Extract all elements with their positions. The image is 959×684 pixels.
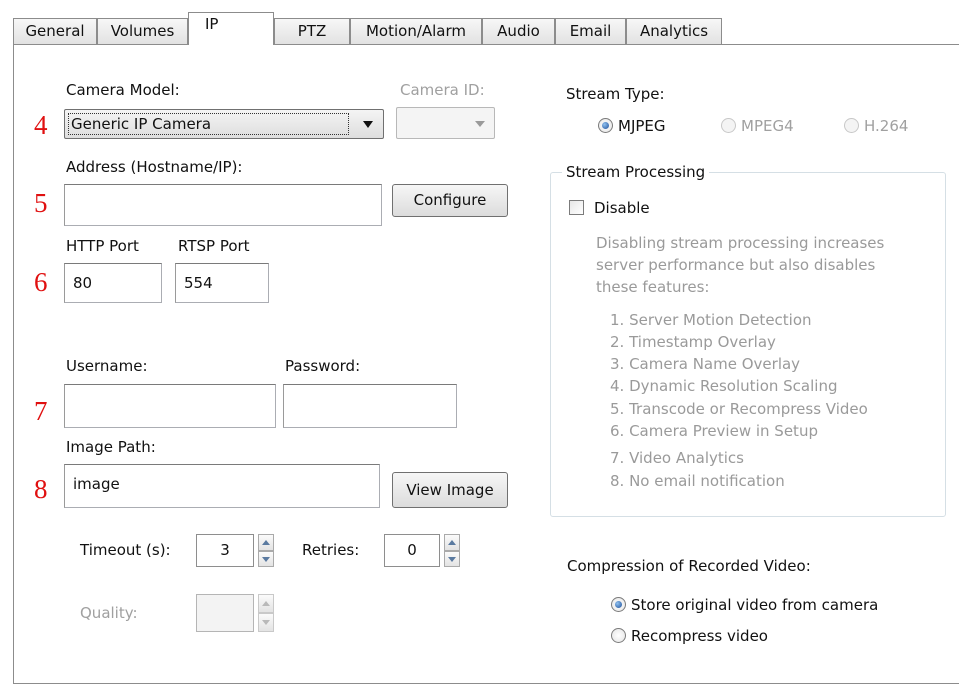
tab-email[interactable]: Email [555,18,626,44]
image-path-label: Image Path: [66,438,156,456]
timeout-increase-button[interactable] [258,534,274,551]
tab-volumes[interactable]: Volumes [97,18,188,44]
chevron-up-icon [448,540,456,545]
recompress-label: Recompress video [631,627,768,645]
image-path-input[interactable]: image [64,464,380,508]
recompress-radio[interactable] [611,628,626,643]
tab-general[interactable]: General [13,18,97,44]
store-original-label: Store original video from camera [631,596,879,614]
retries-increase-button[interactable] [444,534,460,551]
chevron-up-icon [262,601,270,606]
stream-mjpeg-radio[interactable] [598,118,613,133]
quality-decrease-button[interactable] [258,613,274,632]
store-original-radio[interactable] [611,597,626,612]
description-line: these features: [596,278,710,296]
feature-item: 4. Dynamic Resolution Scaling [610,377,838,395]
quality-increase-button[interactable] [258,594,274,613]
tab-label: Analytics [639,22,709,40]
tab-label: IP [205,15,219,33]
tab-motion-alarm[interactable]: Motion/Alarm [350,18,482,44]
chevron-down-icon [262,557,270,562]
retries-decrease-button[interactable] [444,551,460,567]
disable-stream-processing-checkbox[interactable] [569,200,584,215]
quality-label: Quality: [80,604,138,622]
retries-stepper[interactable]: 0 [384,534,440,567]
password-label: Password: [285,357,361,375]
configure-button[interactable]: Configure [392,184,508,217]
address-label: Address (Hostname/IP): [66,158,243,176]
rtsp-port-label: RTSP Port [178,237,250,255]
feature-item: 8. No email notification [610,472,785,490]
feature-item: 5. Transcode or Recompress Video [610,400,868,418]
annotation-6: 6 [34,267,48,297]
stream-mjpeg-label: MJPEG [618,117,666,135]
username-label: Username: [66,357,148,375]
stream-processing-title: Stream Processing [562,163,710,181]
tab-ptz[interactable]: PTZ [274,18,350,44]
tab-label: Audio [497,22,540,40]
timeout-stepper[interactable]: 3 [196,534,254,567]
address-input[interactable] [64,184,382,226]
tab-label: Email [569,22,612,40]
stream-mpeg4-label: MPEG4 [741,117,794,135]
retries-label: Retries: [302,541,360,559]
view-image-button[interactable]: View Image [392,472,508,508]
disable-label: Disable [594,199,650,217]
camera-model-label: Camera Model: [66,81,180,99]
camera-model-value: Generic IP Camera [71,115,212,133]
camera-id-select[interactable] [396,107,495,139]
chevron-down-icon [363,121,373,128]
tab-label: Volumes [110,22,175,40]
compression-label: Compression of Recorded Video: [567,557,811,575]
timeout-decrease-button[interactable] [258,551,274,567]
feature-item: 3. Camera Name Overlay [610,355,801,373]
annotation-5: 5 [34,188,48,218]
tab-analytics[interactable]: Analytics [626,18,722,44]
username-input[interactable] [64,384,276,428]
stream-type-label: Stream Type: [566,85,665,103]
tab-audio[interactable]: Audio [482,18,555,44]
quality-stepper[interactable] [196,594,254,632]
feature-item: 6. Camera Preview in Setup [610,422,818,440]
camera-id-label: Camera ID: [400,81,485,99]
tab-label: Motion/Alarm [365,22,467,40]
annotation-4: 4 [34,110,48,140]
feature-item: 1. Server Motion Detection [610,311,812,329]
stream-h264-radio[interactable] [844,118,859,133]
tab-label: General [25,22,85,40]
annotation-8: 8 [34,474,48,504]
http-port-input[interactable]: 80 [64,263,162,303]
chevron-down-icon [448,557,456,562]
rtsp-port-input[interactable]: 554 [175,263,269,303]
chevron-down-icon [262,620,270,625]
feature-item: 7. Video Analytics [610,449,744,467]
tab-strip: General Volumes IP PTZ Motion/Alarm Audi… [13,11,959,45]
stream-h264-label: H.264 [864,117,909,135]
annotation-7: 7 [34,396,48,426]
camera-model-select[interactable]: Generic IP Camera [64,109,384,139]
feature-item: 2. Timestamp Overlay [610,333,776,351]
password-input[interactable] [283,384,457,428]
tab-ip[interactable]: IP [188,12,274,45]
chevron-up-icon [262,540,270,545]
chevron-down-icon [475,121,485,127]
tab-label: PTZ [297,22,327,40]
stream-mpeg4-radio[interactable] [721,118,736,133]
description-line: server performance but also disables [596,256,876,274]
timeout-label: Timeout (s): [80,541,171,559]
description-line: Disabling stream processing increases [596,234,885,252]
http-port-label: HTTP Port [66,237,139,255]
